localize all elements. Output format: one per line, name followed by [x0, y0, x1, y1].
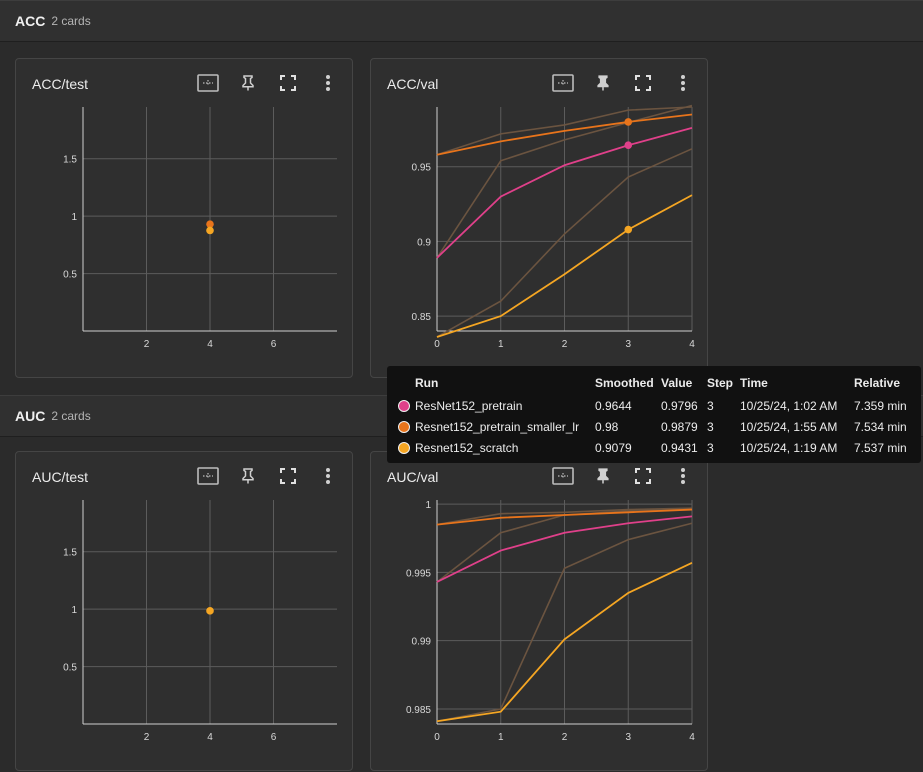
scalar-card-auc-val: AUC/val 0 1 2 3 4 0.985 0.99 0.995 1: [370, 451, 708, 771]
y-tick-label: 1: [71, 212, 77, 223]
tooltip-relative: 7.359 min: [854, 399, 907, 413]
tooltip-run: Resnet152_pretrain_smaller_lr: [415, 420, 580, 434]
tooltip-step: 3: [707, 399, 714, 413]
tooltip-smoothed: 0.98: [595, 420, 619, 434]
tooltip-run: ResNet152_pretrain: [415, 399, 523, 413]
tooltip-value: 0.9796: [661, 399, 698, 413]
chart-svg: 2 4 6 0.5 1 1.5: [63, 500, 337, 743]
section-card-count: 2 cards: [51, 409, 91, 423]
x-tick-label: 3: [625, 339, 631, 350]
tooltip-header-smoothed: Smoothed: [595, 376, 654, 390]
tooltip-row: ResNet152_pretrain 0.9644 0.9796 3 10/25/24,…: [387, 397, 921, 417]
tooltip-step: 3: [707, 420, 714, 434]
section-card-count: 2 cards: [51, 14, 91, 28]
y-tick-label: 0.5: [63, 270, 77, 281]
x-tick-label: 4: [207, 339, 213, 350]
tooltip-header-relative: Relative: [854, 376, 901, 390]
tooltip-header-run: Run: [415, 376, 439, 390]
scalar-card-acc-test: ACC/test 2 4 6 0.5 1 1.5: [15, 58, 353, 378]
run-color-swatch: [398, 421, 410, 433]
tooltip-relative: 7.534 min: [854, 420, 907, 434]
y-tick-label: 0.985: [406, 705, 431, 716]
x-tick-label: 2: [562, 339, 568, 350]
run-color-swatch: [398, 442, 410, 454]
hover-point-ResNet152_pretrain: [624, 141, 633, 150]
hover-point-Resnet152_scratch: [624, 225, 633, 234]
hover-point-Resnet152_pretrain_smaller_lr: [624, 118, 633, 126]
x-tick-label: 6: [271, 339, 277, 350]
y-tick-label: 0.9: [417, 237, 431, 248]
x-tick-label: 2: [144, 339, 150, 350]
y-tick-label: 0.99: [412, 637, 432, 648]
data-point-Resnet152_scratch: [206, 226, 214, 235]
tooltip-time: 10/25/24, 1:55 AM: [740, 420, 838, 434]
y-tick-label: 1.5: [63, 548, 77, 559]
tooltip-time: 10/25/24, 1:19 AM: [740, 441, 838, 455]
hover-tooltip: Run Smoothed Value Step Time Relative Re…: [387, 366, 921, 463]
scalar-card-auc-test: AUC/test 2 4 6 0.5 1 1.5: [15, 451, 353, 771]
x-tick-label: 4: [689, 732, 695, 743]
tooltip-run: Resnet152_scratch: [415, 441, 519, 455]
data-point-Resnet152_scratch: [206, 607, 214, 615]
chart-svg: 2 4 6 0.5 1 1.5: [63, 107, 337, 350]
tooltip-value: 0.9879: [661, 420, 698, 434]
x-tick-label: 4: [207, 732, 213, 743]
y-tick-label: 1: [425, 500, 431, 511]
tooltip-step: 3: [707, 441, 714, 455]
y-tick-label: 0.85: [412, 312, 432, 323]
x-tick-label: 6: [271, 732, 277, 743]
tooltip-row: Resnet152_scratch 0.9079 0.9431 3 10/25/24, …: [387, 439, 921, 459]
y-tick-label: 0.95: [412, 163, 432, 174]
x-tick-label: 0: [434, 732, 440, 743]
x-tick-label: 2: [562, 732, 568, 743]
tooltip-relative: 7.537 min: [854, 441, 907, 455]
tooltip-row: Resnet152_pretrain_smaller_lr 0.98 0.9879 3…: [387, 418, 921, 438]
y-tick-label: 0.995: [406, 568, 431, 579]
y-tick-label: 0.5: [63, 663, 77, 674]
y-tick-label: 1.5: [63, 155, 77, 166]
x-tick-label: 0: [434, 339, 440, 350]
tooltip-header-time: Time: [740, 376, 768, 390]
chart-svg: 0 1 2 3 4 0.85 0.9 0.95: [412, 104, 695, 350]
x-tick-label: 4: [689, 339, 695, 350]
tooltip-value: 0.9431: [661, 441, 698, 455]
run-color-swatch: [398, 400, 410, 412]
section-title: ACC: [15, 13, 46, 29]
x-tick-label: 1: [498, 339, 504, 350]
tooltip-smoothed: 0.9644: [595, 399, 632, 413]
tooltip-time: 10/25/24, 1:02 AM: [740, 399, 838, 413]
x-tick-label: 3: [625, 732, 631, 743]
x-tick-label: 2: [144, 732, 150, 743]
y-tick-label: 1: [71, 605, 77, 616]
tooltip-header-value: Value: [661, 376, 693, 390]
section-title: AUC: [15, 408, 46, 424]
tooltip-smoothed: 0.9079: [595, 441, 632, 455]
x-tick-label: 1: [498, 732, 504, 743]
scalar-card-acc-val: ACC/val 0 1 2 3 4 0.85 0.9 0.95: [370, 58, 708, 378]
tooltip-header-step: Step: [707, 376, 734, 390]
chart-svg: 0 1 2 3 4 0.985 0.99 0.995 1: [406, 500, 695, 743]
section-header-acc[interactable]: ACC 2 cards: [0, 0, 923, 42]
